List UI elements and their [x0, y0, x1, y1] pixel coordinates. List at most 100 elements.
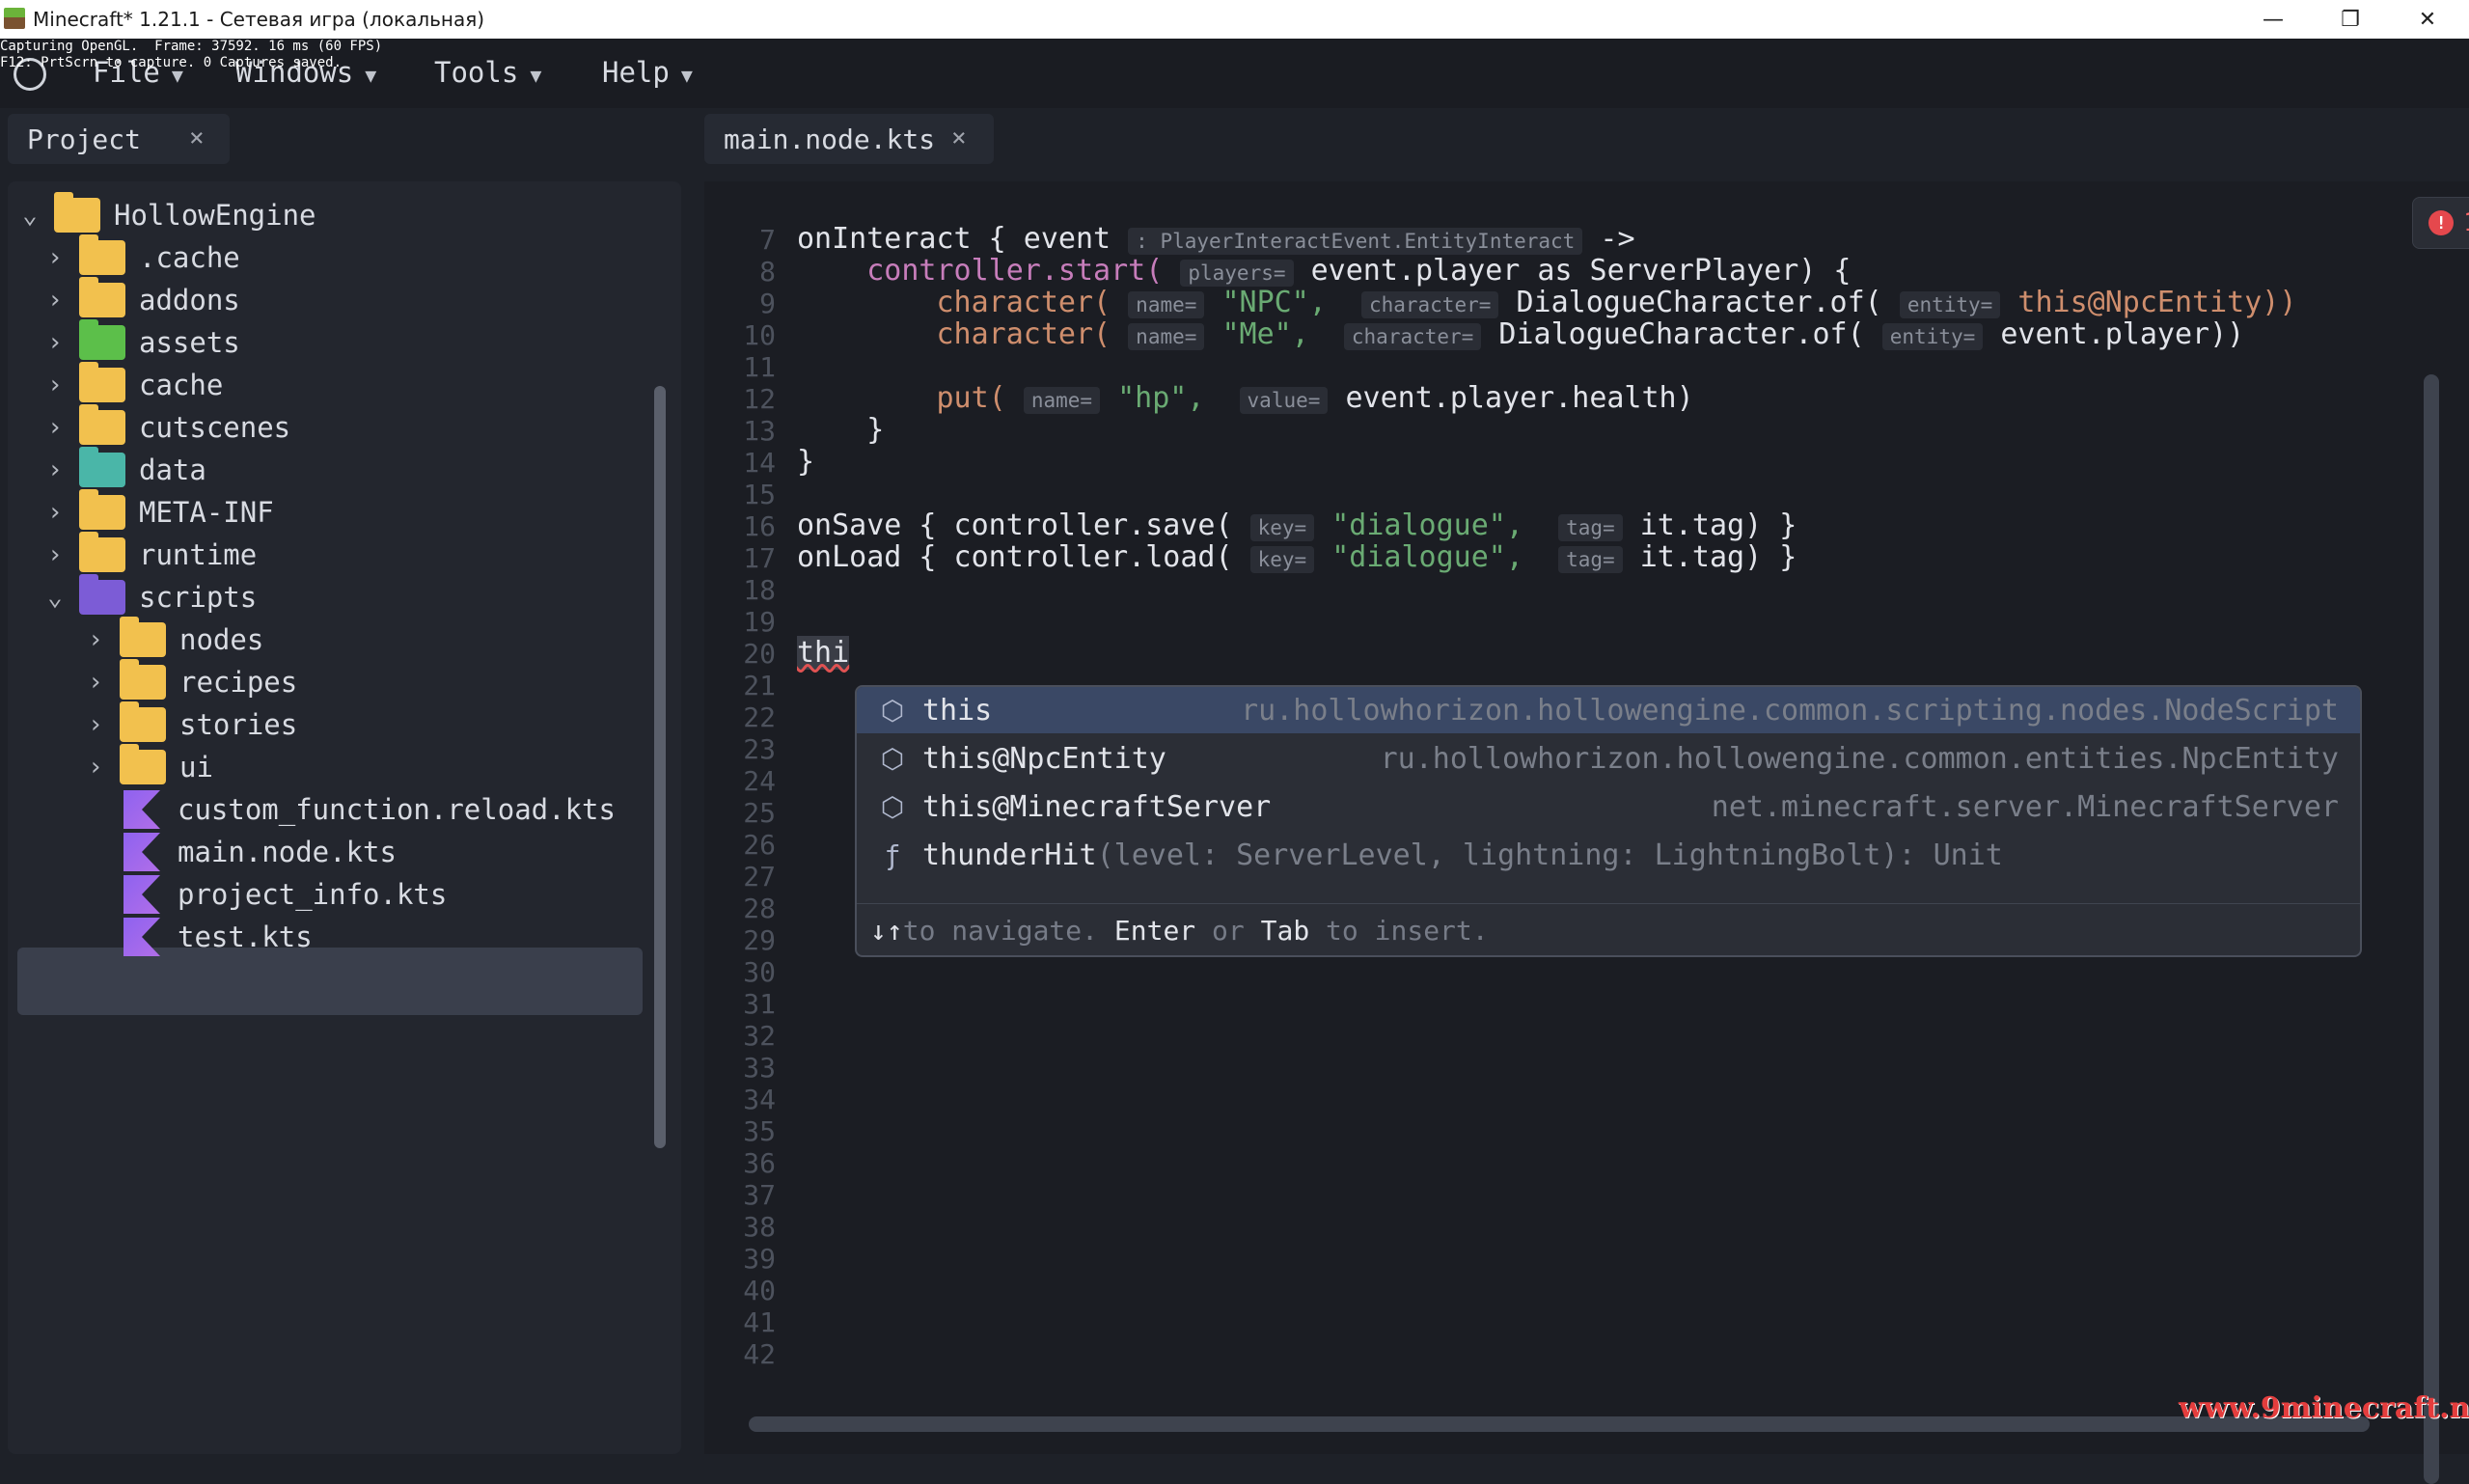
completion-type: ru.hollowhorizon.hollowengine.common.scr… — [1241, 693, 2339, 728]
code-line-14: } — [797, 445, 815, 479]
code-line-10: character( name= "Me", character= Dialog… — [797, 317, 2245, 351]
line-number: 41 — [743, 1306, 776, 1338]
line-number: 20 — [743, 638, 776, 670]
editor-horizontal-scrollbar[interactable] — [749, 1416, 2370, 1432]
line-number: 26 — [743, 829, 776, 861]
completion-footer: ↓↑to navigate. Enter or Tab to insert. — [870, 915, 1489, 947]
line-number: 28 — [743, 893, 776, 924]
line-number: 39 — [743, 1243, 776, 1275]
line-number: 11 — [743, 351, 776, 383]
line-number: 8 — [759, 256, 776, 288]
minecraft-icon — [4, 8, 25, 29]
tab-project[interactable]: Project × — [8, 114, 230, 164]
line-number: 30 — [743, 956, 776, 988]
completion-type: net.minecraft.server.MinecraftServer — [1711, 789, 2339, 824]
line-number: 24 — [743, 765, 776, 797]
completion-item-this[interactable]: ⬡ this ru.hollowhorizon.hollowengine.com… — [857, 687, 2360, 733]
line-number: 22 — [743, 701, 776, 733]
menu-tools[interactable]: Tools ▼ — [434, 56, 541, 89]
completion-item-this-npcentity[interactable]: ⬡ this@NpcEntity ru.hollowhorizon.hollow… — [857, 735, 2360, 782]
chevron-down-icon[interactable]: ⌄ — [41, 583, 69, 612]
chevron-right-icon[interactable]: › — [81, 753, 110, 782]
chevron-down-icon: ▼ — [680, 64, 693, 87]
class-icon: ⬡ — [880, 742, 905, 775]
line-number: 29 — [743, 924, 776, 956]
line-number: 23 — [743, 733, 776, 765]
line-number: 7 — [759, 224, 776, 256]
kotlin-file-icon — [123, 918, 160, 956]
line-number: 9 — [759, 288, 776, 319]
line-number: 37 — [743, 1179, 776, 1211]
error-count-badge[interactable]: ! 1 — [2412, 197, 2469, 249]
line-number: 15 — [743, 479, 776, 510]
line-number: 42 — [743, 1338, 776, 1370]
tab-main-node-label: main.node.kts — [724, 124, 936, 155]
line-number: 36 — [743, 1147, 776, 1179]
line-number: 19 — [743, 606, 776, 638]
watermark: www.9minecraft.net — [2179, 1391, 2469, 1425]
code-line-16: onSave { controller.save( key= "dialogue… — [797, 508, 1797, 542]
capture-hint: F12: PrtScrn to capture. 0 Captures save… — [0, 55, 343, 70]
line-number: 16 — [743, 510, 776, 542]
line-number: 18 — [743, 574, 776, 606]
line-number: 21 — [743, 670, 776, 701]
tab-main-node[interactable]: main.node.kts × — [704, 114, 994, 164]
tree-scrollbar[interactable] — [654, 386, 666, 1148]
navigate-arrows-icon: ↓↑ — [870, 915, 903, 947]
tree-item-test[interactable]: test.kts — [110, 903, 652, 971]
code-line-12: put( name= "hp", value= event.player.hea… — [797, 381, 1694, 415]
completion-name: this@NpcEntity — [922, 741, 1166, 776]
close-icon[interactable]: × — [951, 124, 967, 152]
line-number: 34 — [743, 1084, 776, 1115]
code-line-8: controller.start( players= event.player … — [797, 254, 1852, 288]
function-icon: ƒ — [884, 838, 901, 871]
editor-vertical-scrollbar[interactable] — [2424, 374, 2439, 1484]
completion-name: thunderHit — [922, 838, 1097, 872]
menu-tools-label: Tools — [434, 56, 519, 89]
class-icon: ⬡ — [880, 790, 905, 823]
line-number: 25 — [743, 797, 776, 829]
maximize-button[interactable]: ❐ — [2312, 0, 2389, 39]
project-tree: ⌄ HollowEngine › .cache › addons › asset… — [8, 181, 681, 1454]
minimize-button[interactable]: — — [2235, 0, 2312, 39]
line-number: 38 — [743, 1211, 776, 1243]
code-line-13: } — [797, 413, 885, 447]
menu-help-label: Help — [602, 56, 670, 89]
capture-overlay: Capturing OpenGL. Frame: 37592. 16 ms (6… — [0, 39, 382, 71]
line-number: 32 — [743, 1020, 776, 1052]
class-icon: ⬡ — [880, 694, 905, 727]
window-title: Minecraft* 1.21.1 - Сетевая игра (локаль… — [33, 8, 485, 31]
completion-type: ru.hollowhorizon.hollowengine.common.ent… — [1380, 741, 2339, 776]
code-line-17: onLoad { controller.load( key= "dialogue… — [797, 540, 1797, 574]
close-button[interactable]: ✕ — [2389, 0, 2466, 39]
tab-project-label: Project — [27, 124, 142, 155]
completion-params: (level: ServerLevel, lightning: Lightnin… — [1096, 838, 2003, 872]
error-count: 1 — [2463, 208, 2469, 237]
close-icon[interactable]: × — [189, 124, 205, 152]
line-number: 27 — [743, 861, 776, 893]
line-number: 14 — [743, 447, 776, 479]
code-line-9: character( name= "NPC", character= Dialo… — [797, 286, 2297, 319]
tree-item-label: test.kts — [178, 921, 313, 953]
error-underline: thi — [797, 636, 850, 670]
line-number: 33 — [743, 1052, 776, 1084]
line-number: 17 — [743, 542, 776, 574]
line-number: 35 — [743, 1115, 776, 1147]
line-number: 31 — [743, 988, 776, 1020]
menu-help[interactable]: Help ▼ — [602, 56, 693, 89]
completion-name: this — [922, 693, 993, 728]
line-number: 13 — [743, 415, 776, 447]
line-number: 10 — [743, 319, 776, 351]
window-titlebar: Minecraft* 1.21.1 - Сетевая игра (локаль… — [0, 0, 2469, 39]
completion-name: this@MinecraftServer — [922, 789, 1272, 824]
completion-popup: ⬡ this ru.hollowhorizon.hollowengine.com… — [855, 685, 2362, 957]
code-line-20: thi — [797, 636, 850, 670]
error-icon: ! — [2428, 210, 2455, 235]
line-number: 12 — [743, 383, 776, 415]
code-line-7: onInteract { event : PlayerInteractEvent… — [797, 222, 1635, 256]
line-number: 40 — [743, 1275, 776, 1306]
completion-divider — [857, 903, 2360, 904]
completion-item-this-minecraftserver[interactable]: ⬡ this@MinecraftServer net.minecraft.ser… — [857, 783, 2360, 830]
chevron-down-icon: ▼ — [530, 64, 542, 87]
completion-item-thunderhit[interactable]: ƒ thunderHit (level: ServerLevel, lightn… — [857, 832, 2360, 878]
